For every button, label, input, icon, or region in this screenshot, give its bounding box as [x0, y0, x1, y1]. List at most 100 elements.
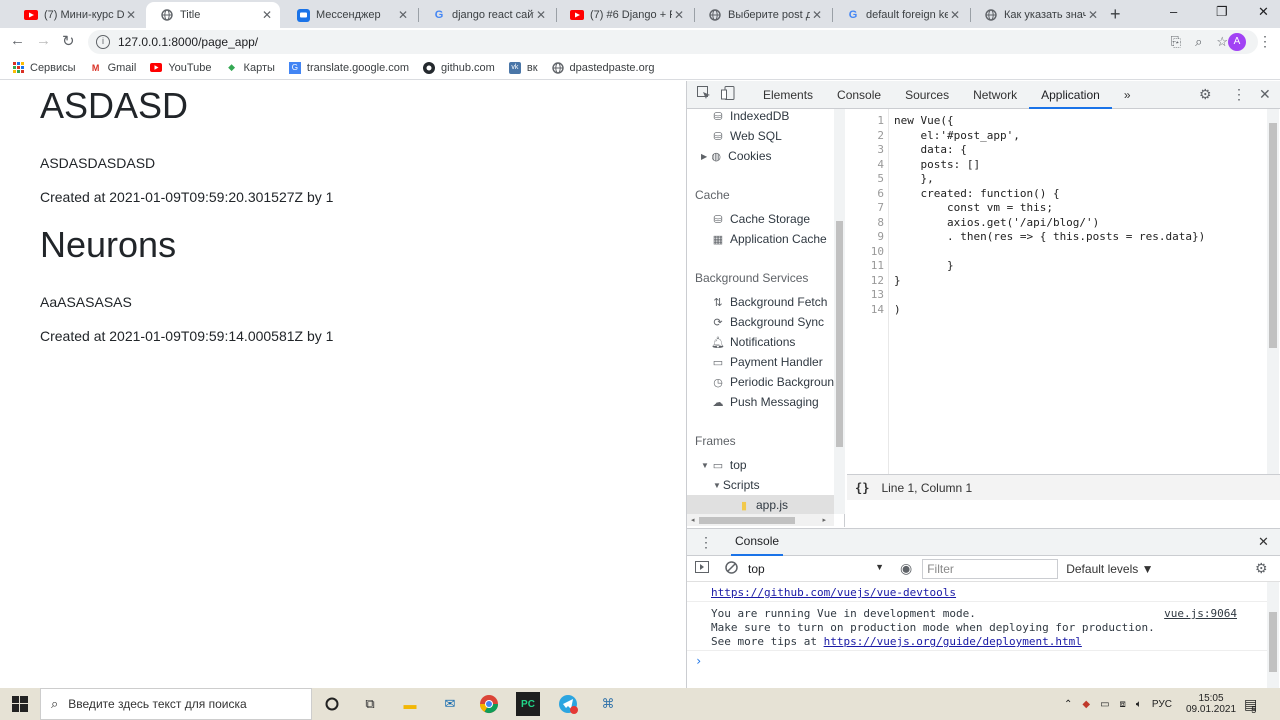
console-link[interactable]: https://vuejs.org/guide/deployment.html	[824, 635, 1082, 648]
close-icon[interactable]: ✕	[396, 8, 410, 22]
sidebar-item-frame-top[interactable]: ▼ ▭ top	[701, 455, 747, 475]
python-icon[interactable]: ⌘	[596, 692, 620, 716]
notifications-icon[interactable]: ▤ 5	[1244, 688, 1262, 720]
gear-icon[interactable]: ⚙	[1255, 560, 1268, 577]
chrome-icon[interactable]	[477, 692, 501, 716]
tab-7[interactable]: Как указать значен ✕	[970, 2, 1106, 28]
taskbar-search[interactable]: ⌕ Введите здесь текст для поиска	[40, 688, 312, 720]
scroll-thumb[interactable]	[836, 221, 843, 447]
pycharm-icon[interactable]: PC	[516, 692, 540, 716]
antivirus-icon[interactable]: ◆	[1082, 699, 1090, 710]
eye-icon[interactable]: ◉	[900, 560, 912, 577]
bookmark-dpaste[interactable]: dpastedpaste.org	[551, 62, 655, 74]
menu-icon[interactable]: ⋮	[1258, 33, 1272, 50]
translate-icon[interactable]: ⎘	[1171, 34, 1181, 50]
gear-icon[interactable]: ⚙	[1199, 86, 1212, 103]
sidebar-item-indexeddb[interactable]: ⛁ IndexedDB	[711, 109, 789, 126]
sidebar-item-bg-fetch[interactable]: ⇅ Background Fetch	[711, 292, 827, 312]
tab-console[interactable]: Console	[825, 81, 893, 109]
console-prompt-icon[interactable]: ›	[695, 654, 702, 668]
context-select[interactable]: top ▼	[748, 562, 884, 576]
code-editor[interactable]: 1 2 3 4 5 6 7 8 9 10 11 12 13 14 new Vue…	[847, 109, 1280, 474]
sidebar-item-periodic-bg-sync[interactable]: ◷ Periodic Background Sync	[711, 372, 844, 392]
scroll-right-icon[interactable]: ▸	[823, 516, 827, 524]
close-icon[interactable]: ✕	[260, 8, 274, 22]
sidebar-item-push-messaging[interactable]: ☁ Push Messaging	[711, 392, 819, 412]
restore-button[interactable]: ❐	[1216, 4, 1228, 20]
close-window-button[interactable]: ✕	[1258, 4, 1269, 20]
inspect-icon[interactable]	[697, 86, 711, 103]
sidebar-item-notifications[interactable]: 🔔︎ Notifications	[711, 332, 795, 352]
sidebar-item-cache-storage[interactable]: ⛁ Cache Storage	[711, 209, 810, 229]
sidebar-scrollbar[interactable]	[834, 109, 845, 514]
address-bar[interactable]: i 127.0.0.1:8000/page_app/ ⎘ ⌕ ☆	[88, 30, 1258, 54]
bookmark-vk[interactable]: vk вк	[508, 61, 538, 74]
log-levels-select[interactable]: Default levels ▼	[1066, 562, 1153, 576]
console-link[interactable]: https://github.com/vuejs/vue-devtools	[711, 586, 956, 599]
bookmark-apps[interactable]: Сервисы	[12, 62, 76, 74]
tab-application[interactable]: Application	[1029, 81, 1112, 109]
bookmark-gmail[interactable]: M Gmail	[90, 62, 136, 74]
file-explorer-icon[interactable]: ▬	[398, 692, 422, 716]
more-tabs-icon[interactable]: »	[1112, 81, 1143, 109]
close-icon[interactable]: ✕	[672, 8, 686, 22]
network-icon[interactable]: ⧈	[1120, 699, 1126, 710]
windows-start-icon[interactable]	[12, 696, 28, 715]
tab-2[interactable]: Мессенджер ✕	[282, 2, 416, 28]
minimize-button[interactable]: –	[1170, 4, 1177, 19]
bookmark-translate[interactable]: Gtranslate.google.com	[288, 61, 409, 74]
telegram-icon[interactable]	[556, 692, 580, 716]
sidebar-toggle-icon[interactable]	[695, 561, 709, 576]
mail-icon[interactable]: ✉	[438, 692, 462, 716]
close-icon[interactable]: ✕	[534, 8, 548, 22]
sidebar-hscrollbar[interactable]: ◂ ▸	[687, 514, 834, 526]
pretty-print-icon[interactable]: {}	[855, 481, 869, 495]
tab-6[interactable]: G default foreign key ✕	[832, 2, 968, 28]
sidebar-item-cookies[interactable]: ▶ ◍ Cookies	[701, 146, 772, 166]
language-indicator[interactable]: РУС	[1152, 699, 1172, 710]
tab-5[interactable]: Выберите post для ✕	[694, 2, 830, 28]
close-drawer-icon[interactable]: ✕	[1258, 534, 1269, 550]
bookmark-maps[interactable]: ◆ Карты	[226, 62, 275, 74]
volume-icon[interactable]: 🔈︎	[1136, 699, 1142, 710]
reload-icon[interactable]: ↻	[62, 32, 75, 50]
close-icon[interactable]: ✕	[1086, 8, 1100, 22]
editor-scrollbar[interactable]	[1267, 109, 1279, 474]
scroll-thumb[interactable]	[1269, 123, 1277, 348]
tab-network[interactable]: Network	[961, 81, 1029, 109]
close-icon[interactable]: ✕	[948, 8, 962, 22]
tab-4[interactable]: (7) #6 Django + React ✕	[556, 2, 692, 28]
scroll-left-icon[interactable]: ◂	[691, 516, 695, 524]
tab-1[interactable]: Title ✕	[146, 2, 280, 28]
scroll-thumb[interactable]	[1269, 612, 1277, 672]
info-icon[interactable]: i	[96, 35, 110, 49]
drawer-tab-console[interactable]: Console	[731, 528, 784, 556]
close-icon[interactable]: ✕	[124, 8, 138, 22]
cortana-icon[interactable]	[320, 692, 344, 716]
bookmark-youtube[interactable]: YouTube	[150, 62, 212, 74]
avatar[interactable]: A	[1228, 33, 1246, 51]
scroll-thumb[interactable]	[698, 516, 795, 524]
sidebar-item-bg-sync[interactable]: ⟳ Background Sync	[711, 312, 824, 332]
task-view-icon[interactable]: ⧉	[358, 692, 382, 716]
close-icon[interactable]: ✕	[810, 8, 824, 22]
console-source-link[interactable]: vue.js:9064	[1164, 607, 1237, 620]
bookmark-github[interactable]: github.com	[423, 61, 495, 74]
tab-elements[interactable]: Elements	[751, 81, 825, 109]
collapse-arrow-icon[interactable]: ▼	[701, 461, 709, 470]
sidebar-item-scripts[interactable]: ▼ Scripts	[713, 475, 760, 495]
console-scrollbar[interactable]	[1267, 582, 1279, 688]
kebab-menu-icon[interactable]: ⋮	[1232, 86, 1246, 103]
new-tab-button[interactable]: +	[1110, 4, 1121, 25]
close-icon[interactable]: ✕	[1259, 86, 1271, 103]
filter-input[interactable]: Filter	[922, 558, 1059, 579]
sidebar-item-payment-handler[interactable]: ▭ Payment Handler	[711, 352, 823, 372]
sidebar-item-appjs[interactable]: ▮ app.js	[687, 495, 834, 515]
clear-console-icon[interactable]	[725, 560, 738, 577]
collapse-arrow-icon[interactable]: ▼	[713, 481, 721, 490]
sidebar-item-app-cache[interactable]: ▦ Application Cache	[711, 229, 827, 249]
star-icon[interactable]: ☆	[1216, 34, 1228, 50]
battery-icon[interactable]: ▭	[1100, 699, 1109, 710]
clock[interactable]: 15:05 09.01.2021	[1186, 688, 1236, 720]
tray-expand-icon[interactable]: ⌃	[1064, 699, 1072, 710]
